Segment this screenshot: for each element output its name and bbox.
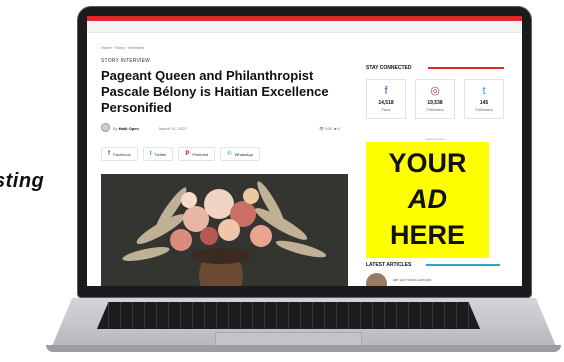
byline-prefix: By — [113, 126, 118, 131]
share-twitter-label: Twitter — [154, 151, 167, 157]
instagram-count: 19,538 — [427, 100, 443, 106]
comment-icon: ■ — [334, 126, 337, 131]
twitter-icon: t — [149, 151, 152, 157]
facebook-count: 14,518 — [378, 100, 394, 106]
latest-article-thumbnail[interactable] — [366, 273, 387, 286]
author-link[interactable]: Haiti Open — [119, 126, 139, 131]
latest-article-title[interactable]: HBT 100 YOUNG HAITIANS — [393, 278, 431, 282]
view-count: 690 — [325, 126, 332, 131]
latest-articles-heading: LATEST ARTICLES — [366, 262, 412, 268]
facebook-icon: f — [108, 151, 110, 157]
share-facebook-label: Facebook — [113, 151, 131, 157]
share-pinterest-label: Pinterest — [192, 151, 209, 157]
twitter-followers-box[interactable]: t 145 Followers — [464, 79, 504, 119]
share-facebook-button[interactable]: f Facebook — [101, 147, 138, 161]
advertisement-label: - Advertisement - — [423, 137, 447, 141]
share-whatsapp-button[interactable]: © WhatsApp — [220, 147, 261, 161]
article-category[interactable]: STORY INTERVIEW — [101, 58, 150, 64]
cropped-side-text: sting — [0, 170, 45, 192]
laptop-screen: Home › Story › Interview STORY INTERVIEW… — [87, 16, 522, 286]
author-avatar[interactable] — [101, 123, 110, 132]
instagram-icon: ◎ — [430, 85, 440, 97]
byline: By Haiti Open — [113, 126, 139, 131]
twitter-count: 145 — [479, 100, 489, 106]
article-title: Pageant Queen and Philanthropist Pascale… — [101, 68, 329, 115]
laptop-trackpad — [215, 332, 362, 346]
share-pinterest-button[interactable]: P Pinterest — [178, 147, 216, 161]
pinterest-icon: P — [185, 151, 190, 157]
heading-underline — [428, 67, 504, 69]
eye-icon: 👁 — [319, 126, 325, 131]
ad-banner[interactable]: YOUR AD HERE — [366, 142, 489, 258]
instagram-label: Followers — [426, 107, 444, 112]
facebook-label: Fans — [381, 107, 391, 112]
twitter-icon: t — [482, 85, 486, 97]
share-buttons: f Facebook t Twitter P Pinterest © Whats… — [101, 147, 261, 161]
breadcrumb[interactable]: Home › Story › Interview — [101, 45, 144, 50]
laptop-keyboard — [97, 302, 480, 329]
laptop-lid: Home › Story › Interview STORY INTERVIEW… — [77, 6, 532, 298]
sidebar: STAY CONNECTED f 14,518 Fans ◎ 19,538 Fo… — [362, 16, 512, 286]
comment-count: 0 — [337, 126, 340, 131]
facebook-fans-box[interactable]: f 14,518 Fans — [366, 79, 406, 119]
article-stats: 👁 690 ■ 0 — [319, 126, 340, 131]
portrait-floral-headpiece-image — [101, 174, 348, 286]
article-hero-image — [101, 174, 348, 286]
facebook-icon: f — [384, 85, 388, 97]
article-date: March 31, 2022 — [159, 126, 187, 131]
twitter-label: Followers — [475, 107, 493, 112]
whatsapp-icon: © — [227, 151, 232, 157]
laptop-mockup: sting Home › Story › Interview STORY INT… — [0, 0, 564, 362]
instagram-followers-box[interactable]: ◎ 19,538 Followers — [415, 79, 455, 119]
laptop-front-edge — [46, 345, 561, 352]
article-meta: By Haiti Open March 31, 2022 👁 690 ■ 0 — [101, 123, 346, 133]
ad-line-1: YOUR — [388, 148, 467, 178]
share-whatsapp-label: WhatsApp — [234, 151, 254, 157]
ad-line-3: HERE — [389, 220, 465, 250]
share-twitter-button[interactable]: t Twitter — [142, 147, 174, 161]
heading-underline — [426, 264, 500, 266]
stay-connected-heading: STAY CONNECTED — [366, 65, 412, 71]
ad-line-2: AD — [408, 184, 447, 214]
